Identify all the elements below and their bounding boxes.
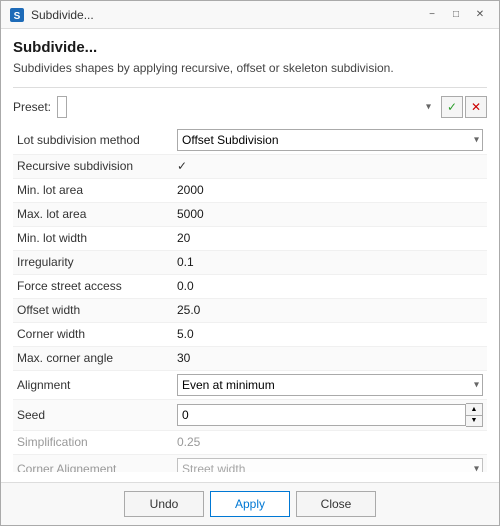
param-name: Force street access	[13, 276, 173, 296]
table-row: AlignmentEven at minimum	[13, 371, 487, 400]
preset-actions: ✓ ✕	[441, 96, 487, 118]
param-name: Simplification	[13, 432, 173, 452]
table-row: Lot subdivision methodOffset Subdivision	[13, 126, 487, 155]
svg-text:S: S	[14, 11, 21, 22]
table-row: Seed ▲▼	[13, 400, 487, 431]
param-name: Offset width	[13, 300, 173, 320]
params-table: Lot subdivision methodOffset Subdivision…	[13, 126, 487, 472]
param-name: Max. corner angle	[13, 348, 173, 368]
preset-select[interactable]	[57, 96, 67, 118]
table-row: Force street access0.0	[13, 275, 487, 299]
param-value: Offset Subdivision	[173, 126, 487, 154]
param-value: 20	[173, 228, 487, 248]
table-row: Irregularity0.1	[13, 251, 487, 275]
table-row: Max. lot area5000	[13, 203, 487, 227]
dialog-content: Subdivide... Subdivides shapes by applyi…	[1, 29, 499, 482]
table-row: Simplification0.25	[13, 431, 487, 455]
window-title: Subdivide...	[31, 8, 94, 22]
spinner-wrapper: ▲▼	[177, 403, 483, 427]
param-value: 30	[173, 348, 487, 368]
title-bar-left: S Subdivide...	[9, 7, 94, 23]
preset-save-button[interactable]: ✓	[441, 96, 463, 118]
table-row: Min. lot width20	[13, 227, 487, 251]
table-row: Offset width25.0	[13, 299, 487, 323]
table-row: Recursive subdivision ✓	[13, 155, 487, 179]
preset-label: Preset:	[13, 100, 51, 114]
undo-button[interactable]: Undo	[124, 491, 204, 517]
title-bar-controls: − □ ✕	[421, 6, 491, 24]
param-name: Min. lot area	[13, 180, 173, 200]
apply-button[interactable]: Apply	[210, 491, 290, 517]
select-wrapper: Offset Subdivision	[177, 129, 483, 151]
param-select-0[interactable]: Offset Subdivision	[177, 129, 483, 151]
table-row: Corner Alignement Street width	[13, 455, 487, 472]
dialog-title: Subdivide...	[13, 39, 487, 56]
select-wrapper: Street width	[177, 458, 483, 472]
table-row: Max. corner angle30	[13, 347, 487, 371]
param-value: 2000	[173, 180, 487, 200]
close-window-button[interactable]: ✕	[469, 6, 491, 24]
dialog-description: Subdivides shapes by applying recursive,…	[13, 60, 487, 77]
preset-row: Preset: ✓ ✕	[13, 96, 487, 118]
param-name: Min. lot width	[13, 228, 173, 248]
param-value: 0.25	[173, 432, 487, 452]
spinner-down-button-11[interactable]: ▼	[466, 415, 482, 426]
param-name: Seed	[13, 405, 173, 425]
param-select-13: Street width	[177, 458, 483, 472]
table-row: Corner width5.0	[13, 323, 487, 347]
main-window: S Subdivide... − □ ✕ Subdivide... Subdiv…	[0, 0, 500, 526]
param-name: Lot subdivision method	[13, 130, 173, 150]
param-value: ▲▼	[173, 400, 487, 430]
select-wrapper: Even at minimum	[177, 374, 483, 396]
spinner-input-11[interactable]	[177, 404, 466, 426]
table-row: Min. lot area2000	[13, 179, 487, 203]
maximize-button[interactable]: □	[445, 6, 467, 24]
param-value: 0.0	[173, 276, 487, 296]
app-icon: S	[9, 7, 25, 23]
title-bar: S Subdivide... − □ ✕	[1, 1, 499, 29]
param-select-10[interactable]: Even at minimum	[177, 374, 483, 396]
checkbox-checkmark: ✓	[177, 159, 187, 173]
divider	[13, 87, 487, 88]
param-value: 0.1	[173, 252, 487, 272]
close-button[interactable]: Close	[296, 491, 376, 517]
param-value: Street width	[173, 455, 487, 472]
footer: Undo Apply Close	[1, 482, 499, 525]
param-value: 5.0	[173, 324, 487, 344]
param-name: Corner width	[13, 324, 173, 344]
param-value: ✓	[173, 156, 487, 176]
param-value: 5000	[173, 204, 487, 224]
param-name: Alignment	[13, 375, 173, 395]
param-name: Recursive subdivision	[13, 156, 173, 176]
param-name: Corner Alignement	[13, 459, 173, 472]
param-value: 25.0	[173, 300, 487, 320]
minimize-button[interactable]: −	[421, 6, 443, 24]
preset-select-wrapper	[57, 96, 435, 118]
param-name: Irregularity	[13, 252, 173, 272]
preset-delete-button[interactable]: ✕	[465, 96, 487, 118]
spinner-up-button-11[interactable]: ▲	[466, 404, 482, 415]
param-value: Even at minimum	[173, 371, 487, 399]
param-name: Max. lot area	[13, 204, 173, 224]
spinner-buttons: ▲▼	[466, 403, 483, 427]
